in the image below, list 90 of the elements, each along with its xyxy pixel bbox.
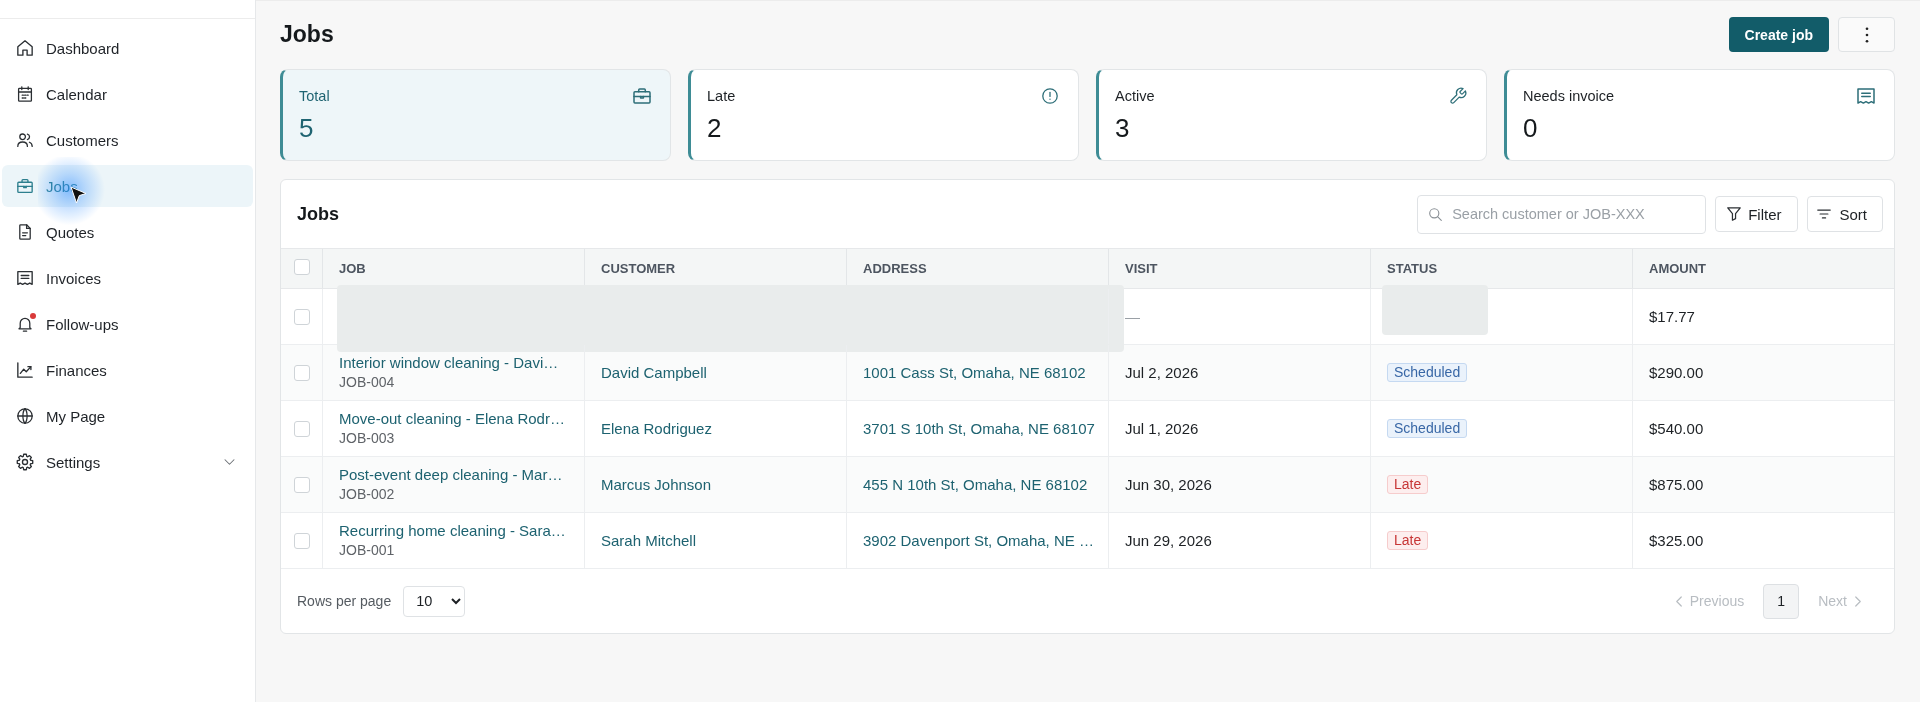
- bell-icon: [16, 316, 33, 332]
- stat-label: Active: [1115, 87, 1155, 106]
- line-chart-icon: [16, 362, 33, 378]
- sort-button[interactable]: Sort: [1807, 196, 1883, 232]
- customer-link[interactable]: Marcus Johnson: [601, 476, 712, 493]
- table-title: Jobs: [297, 203, 339, 225]
- amount-text: $290.00: [1649, 364, 1704, 381]
- page-title: Jobs: [280, 21, 334, 48]
- job-title-link[interactable]: Interior window cleaning - Davi…: [339, 353, 559, 372]
- row-checkbox[interactable]: [293, 364, 310, 381]
- more-button[interactable]: [1838, 17, 1895, 52]
- visit-date: Jun 29, 2026: [1125, 532, 1212, 549]
- nav-item[interactable]: Follow-ups: [2, 303, 253, 345]
- nav-item[interactable]: Invoices: [2, 257, 253, 299]
- page-button[interactable]: 1: [1763, 583, 1800, 619]
- address-link[interactable]: 1001 Cass St, Omaha, NE 68102: [863, 364, 1086, 381]
- stat-value: 3: [1115, 113, 1130, 143]
- customer-link[interactable]: Sarah Mitchell: [601, 532, 697, 549]
- job-id: JOB-001: [339, 541, 395, 560]
- select-all-checkbox[interactable]: [293, 258, 310, 275]
- stat-card[interactable]: Total 5: [280, 69, 671, 161]
- rows-per-page-label: Rows per page: [297, 593, 392, 609]
- stat-value: 2: [707, 113, 722, 143]
- job-id: JOB-002: [339, 485, 395, 504]
- amount-text: $875.00: [1649, 476, 1704, 493]
- status-badge: Scheduled: [1387, 363, 1468, 382]
- empty-date: —: [1125, 308, 1140, 325]
- nav-item[interactable]: Customers: [2, 119, 253, 161]
- briefcase-icon: [633, 88, 651, 104]
- status-badge: Late: [1387, 531, 1429, 550]
- settings-icon: [16, 454, 33, 470]
- customer-link[interactable]: Elena Rodriguez: [601, 420, 712, 437]
- job-title-link[interactable]: Move-out cleaning - Elena Rodr…: [339, 409, 565, 428]
- status-badge: Late: [1387, 475, 1429, 494]
- stat-label: Late: [707, 87, 736, 106]
- amount-text: $325.00: [1649, 532, 1704, 549]
- stat-label: Total: [299, 87, 330, 106]
- row-checkbox[interactable]: [293, 308, 310, 325]
- column-header[interactable]: AMOUNT: [1632, 249, 1894, 288]
- job-title-link[interactable]: Post-event deep cleaning - Mar…: [339, 465, 563, 484]
- address-link[interactable]: 455 N 10th St, Omaha, NE 68102: [863, 476, 1088, 493]
- receipt-icon: [16, 270, 33, 286]
- row-checkbox[interactable]: [293, 420, 310, 437]
- stat-value: 5: [299, 113, 314, 143]
- rows-per-page-select[interactable]: 10: [403, 585, 466, 617]
- visit-date: Jul 2, 2026: [1125, 364, 1199, 381]
- visit-date: Jun 30, 2026: [1125, 476, 1212, 493]
- filter-icon: [1727, 207, 1742, 221]
- globe-icon: [16, 408, 33, 424]
- row-checkbox[interactable]: [293, 532, 310, 549]
- nav-item[interactable]: Finances: [2, 349, 253, 391]
- briefcase-icon: [16, 178, 33, 194]
- search-icon: [1429, 207, 1443, 221]
- address-link[interactable]: 3701 S 10th St, Omaha, NE 68107: [863, 420, 1095, 437]
- nav-item[interactable]: Dashboard: [2, 27, 253, 69]
- amount-text: $540.00: [1649, 420, 1704, 437]
- table-row[interactable]: Interior window cleaning - Davi… JOB-004 David Campbell 1001 Cass St, Omaha, NE 68102 Jul 2, 2026 Scheduled $290.00: [281, 345, 1894, 401]
- address-link[interactable]: 3902 Davenport St, Omaha, NE …: [863, 532, 1094, 549]
- create-job-button[interactable]: Create job: [1728, 17, 1829, 52]
- more-icon: [1864, 26, 1869, 43]
- stat-label: Needs invoice: [1523, 87, 1615, 106]
- stat-card[interactable]: Late 2: [688, 69, 1079, 161]
- nav-item[interactable]: Quotes: [2, 211, 253, 253]
- table-row[interactable]: Post-event deep cleaning - Mar… JOB-002 Marcus Johnson 455 N 10th St, Omaha, NE 68102 Jun 30, 2026 Late $875.00: [281, 457, 1894, 513]
- calendar-icon: [16, 86, 33, 102]
- job-id: JOB-004: [339, 373, 395, 392]
- people-icon: [16, 132, 33, 148]
- nav-item[interactable]: My Page: [2, 395, 253, 437]
- wrench-icon: [1449, 88, 1467, 104]
- home-icon: [16, 40, 33, 56]
- document-icon: [16, 224, 33, 240]
- stat-card[interactable]: Needs invoice 0: [1504, 69, 1895, 161]
- nav-item[interactable]: Calendar: [2, 73, 253, 115]
- status-badge: Scheduled: [1387, 419, 1468, 438]
- customer-link[interactable]: David Campbell: [601, 364, 707, 381]
- receipt-icon: [1857, 88, 1875, 104]
- amount-text: $17.77: [1649, 308, 1695, 325]
- job-id: JOB-003: [339, 429, 395, 448]
- sort-icon: [1817, 207, 1832, 221]
- stat-card[interactable]: Active 3: [1096, 69, 1487, 161]
- row-checkbox[interactable]: [293, 476, 310, 493]
- filter-button[interactable]: Filter: [1715, 196, 1799, 232]
- stat-value: 0: [1523, 113, 1538, 143]
- chevron-left-icon: [1675, 595, 1682, 607]
- alert-icon: [1041, 88, 1059, 104]
- nav-item[interactable]: Settings: [2, 441, 253, 483]
- visit-date: Jul 1, 2026: [1125, 420, 1199, 437]
- search-field[interactable]: Search customer or JOB-XXX: [1417, 194, 1707, 234]
- chevron-right-icon: [1855, 595, 1861, 607]
- job-title-link[interactable]: Recurring home cleaning - Sara…: [339, 521, 566, 540]
